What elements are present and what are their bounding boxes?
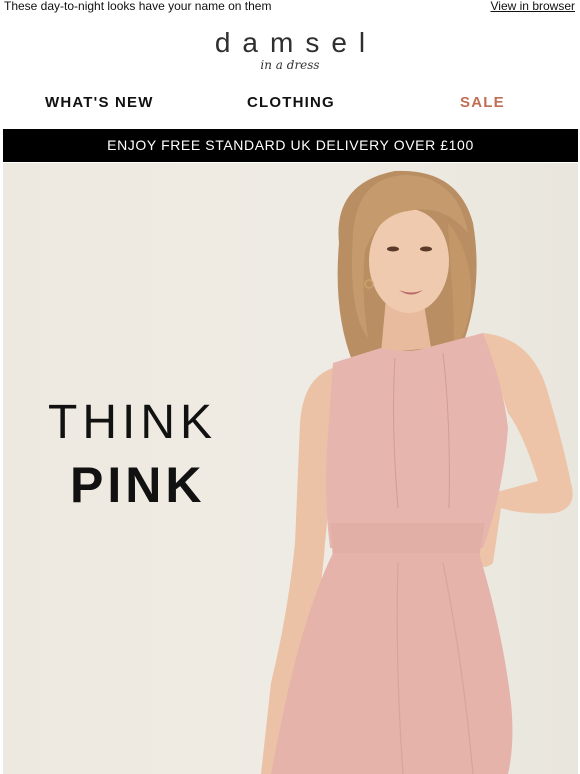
dress-waistband [330,523,485,558]
preheader: These day-to-night looks have your name … [0,0,580,14]
preheader-text: These day-to-night looks have your name … [4,0,272,13]
nav-item-sale[interactable]: SALE [460,94,505,111]
hero-headline-pink: PINK [70,457,206,513]
nav-item-clothing[interactable]: CLOTHING [247,94,335,111]
nav-item-whats-new[interactable]: WHAT'S NEW [45,94,154,111]
brand-wordmark: damsel [214,27,378,58]
model-eye-right [420,246,432,252]
hero-headline-think: THINK [48,396,217,449]
email-page: These day-to-night looks have your name … [0,0,580,774]
model-face [369,209,449,313]
hero-banner[interactable]: THINK PINK [3,163,578,774]
dress-bodice [325,333,508,548]
model-eye-left [387,246,399,252]
brand-tagline: in a dress [260,58,320,72]
main-nav: WHAT'S NEW CLOTHING SALE [0,94,580,112]
brand-logo[interactable]: damsel in a dress [0,27,580,72]
delivery-banner[interactable]: ENJOY FREE STANDARD UK DELIVERY OVER £10… [3,129,578,162]
delivery-banner-text: ENJOY FREE STANDARD UK DELIVERY OVER £10… [107,137,474,153]
view-in-browser-link[interactable]: View in browser [491,0,575,12]
